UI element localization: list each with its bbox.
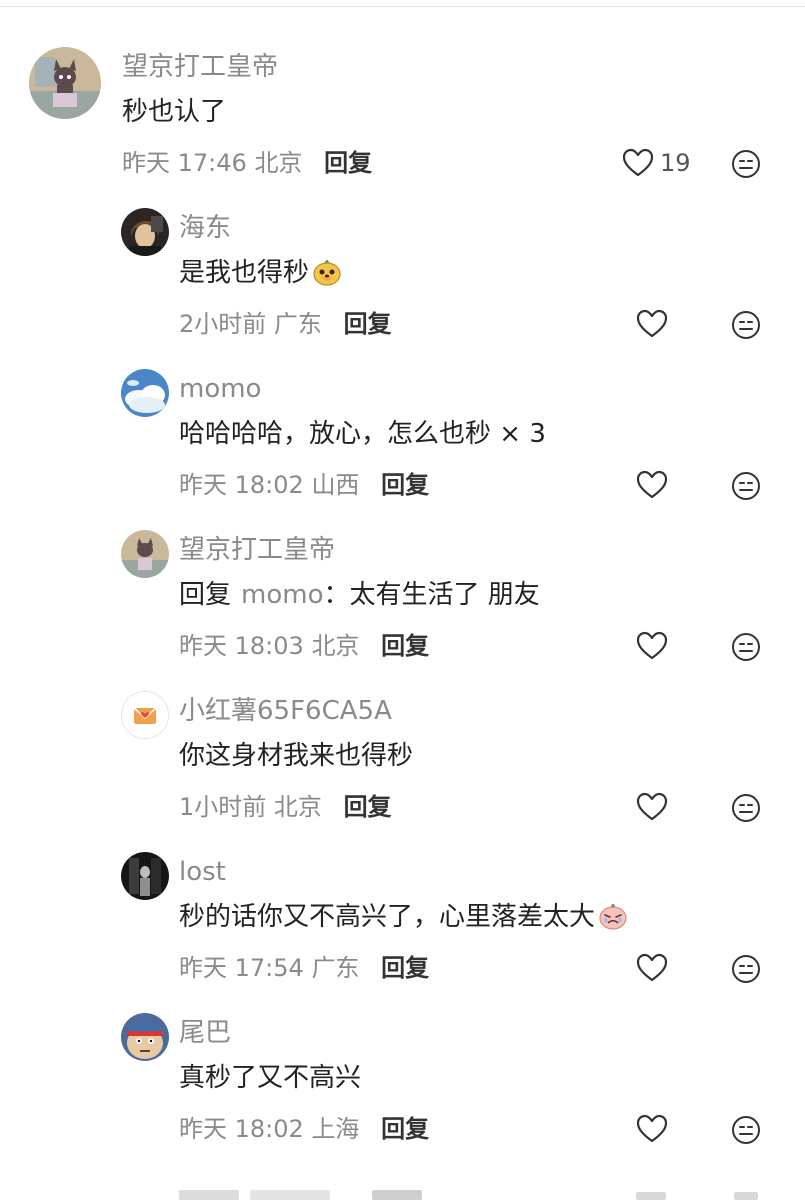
reply-colon: ： bbox=[323, 580, 350, 610]
meh-face-icon bbox=[732, 1116, 760, 1144]
comment-time: 昨天 18:02 bbox=[179, 1115, 304, 1143]
reply-target-username[interactable]: momo bbox=[241, 580, 323, 610]
comment-text: 真秒了又不高兴 bbox=[179, 1063, 362, 1093]
reply-button[interactable]: 回复 bbox=[381, 1115, 429, 1143]
avatar-image bbox=[121, 369, 169, 417]
comment-text-body: 太有生活了 朋友 bbox=[349, 580, 540, 610]
crying-peach-emoji bbox=[597, 901, 629, 941]
like-button[interactable] bbox=[636, 1114, 668, 1144]
comment-text-body: 是我也得秒 bbox=[179, 258, 310, 288]
comment-text: 哈哈哈哈，放心，怎么也秒 × 3 bbox=[179, 419, 546, 449]
avatar[interactable] bbox=[121, 369, 169, 417]
avatar[interactable] bbox=[121, 530, 169, 578]
avatar-image bbox=[29, 47, 101, 119]
comment-location: 上海 bbox=[311, 1115, 360, 1143]
dog-face-emoji bbox=[311, 257, 343, 297]
comment-username[interactable]: momo bbox=[179, 372, 261, 406]
comment-text: 是我也得秒 bbox=[179, 255, 343, 297]
comment-text: 你这身材我来也得秒 bbox=[179, 741, 414, 771]
comment-username[interactable]: 望京打工皇帝 bbox=[179, 533, 335, 567]
reply-item: lost 秒的话你又不高兴了，心里落差太大 昨天 17:54 广东 回复 bbox=[0, 805, 805, 983]
comment-username[interactable]: lost bbox=[179, 855, 226, 889]
avatar[interactable] bbox=[29, 47, 101, 119]
comment-text: 秒的话你又不高兴了，心里落差太大 bbox=[179, 899, 629, 941]
reply-item: 海东 是我也得秒 2小时前 广东 回复 bbox=[0, 161, 805, 339]
comment-text: 回复 momo：太有生活了 朋友 bbox=[179, 577, 540, 613]
avatar-image bbox=[121, 852, 169, 900]
comment-username[interactable]: 尾巴 bbox=[179, 1016, 231, 1050]
reply-item: momo 哈哈哈哈，放心，怎么也秒 × 3 昨天 18:02 山西 回复 bbox=[0, 322, 805, 500]
comment-list-page: 望京打工皇帝 秒也认了 昨天 17:46 北京 回复 19 海东 是我也得秒 2… bbox=[0, 0, 805, 1200]
avatar[interactable] bbox=[121, 852, 169, 900]
comment-text: 秒也认了 bbox=[122, 97, 227, 127]
avatar[interactable] bbox=[121, 691, 169, 739]
dislike-button[interactable] bbox=[731, 1115, 761, 1149]
avatar-image bbox=[121, 530, 169, 578]
reply-item: 小红薯65F6CA5A 你这身材我来也得秒 1小时前 北京 回复 bbox=[0, 644, 805, 822]
next-comment-partial bbox=[0, 1186, 805, 1200]
avatar-image bbox=[122, 692, 168, 738]
comment-username[interactable]: 小红薯65F6CA5A bbox=[179, 694, 392, 728]
avatar[interactable] bbox=[121, 1013, 169, 1061]
comment-username[interactable]: 望京打工皇帝 bbox=[122, 50, 278, 84]
comment-text-body: 秒的话你又不高兴了，心里落差太大 bbox=[179, 902, 596, 932]
comment-username[interactable]: 海东 bbox=[179, 211, 231, 245]
reply-item: 尾巴 真秒了又不高兴 昨天 18:02 上海 回复 bbox=[0, 966, 805, 1144]
reply-prefix: 回复 bbox=[179, 580, 232, 610]
comment-item: 望京打工皇帝 秒也认了 昨天 17:46 北京 回复 19 bbox=[0, 0, 805, 178]
comment-meta: 昨天 18:02 上海 回复 bbox=[179, 1113, 429, 1145]
avatar[interactable] bbox=[121, 208, 169, 256]
avatar-image bbox=[121, 1013, 169, 1061]
reply-item: 望京打工皇帝 回复 momo：太有生活了 朋友 昨天 18:03 北京 回复 bbox=[0, 483, 805, 661]
heart-outline-icon bbox=[636, 1114, 668, 1143]
avatar-image bbox=[121, 208, 169, 256]
